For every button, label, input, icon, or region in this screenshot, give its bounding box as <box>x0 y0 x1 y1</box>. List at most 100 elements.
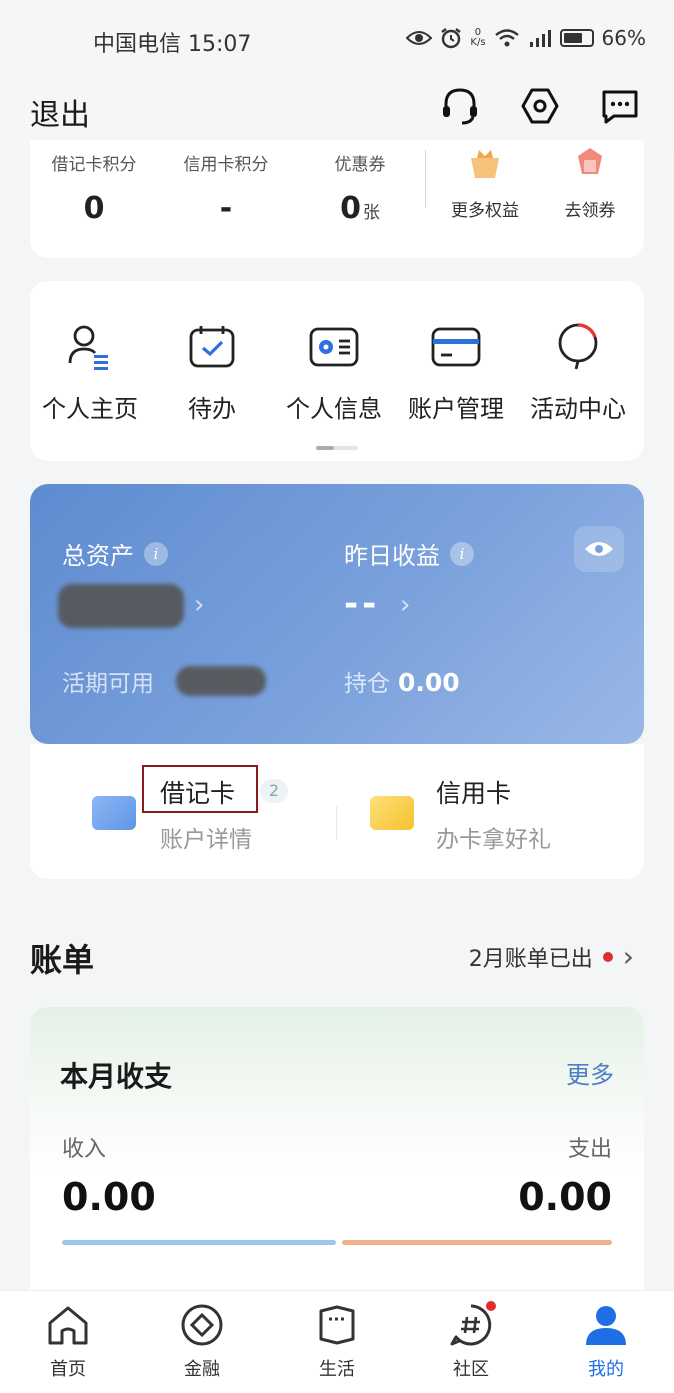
coupons[interactable]: 优惠券 0张 <box>310 150 410 226</box>
yesterday-earnings-label: 昨日收益 <box>344 542 440 570</box>
notification-dot <box>486 1301 496 1311</box>
info-icon[interactable]: i <box>144 541 168 566</box>
tab-label-community: 社区 <box>453 1359 489 1380</box>
masked-available-value <box>176 666 266 696</box>
wifi-icon <box>494 29 519 47</box>
coupon-value-wrap: 0张 <box>310 191 410 226</box>
balloon-icon <box>558 323 598 370</box>
tab-label-life: 生活 <box>319 1359 355 1380</box>
menu-label-info: 个人信息 <box>286 395 382 423</box>
chevron-right-icon[interactable]: › <box>194 590 204 620</box>
holding[interactable]: 持仓 0.00 <box>344 664 460 698</box>
expense-value: 0.00 <box>518 1175 612 1219</box>
debit-card-subtitle: 账户详情 <box>160 827 252 853</box>
status-icons: 0 K/s 66% <box>406 26 646 50</box>
gift-box-icon <box>471 150 499 178</box>
eye-icon <box>585 542 613 556</box>
cards-row: 借记卡 2 账户详情 信用卡 办卡拿好礼 <box>30 744 644 879</box>
coupon-label: 优惠券 <box>334 155 386 175</box>
expense-bar <box>342 1240 612 1245</box>
monthly-bill-card: 本月收支 更多 收入 支出 0.00 0.00 <box>30 1007 644 1297</box>
debit-points-label: 借记卡积分 <box>51 155 137 175</box>
bill-status-text: 2月账单已出 <box>468 946 593 972</box>
signal-icon <box>529 30 551 47</box>
menu-label-profile: 个人主页 <box>42 395 138 423</box>
toggle-visibility-button[interactable] <box>574 526 624 572</box>
credit-card-icon <box>370 796 414 830</box>
tab-label-home: 首页 <box>50 1359 86 1380</box>
more-benefits-button[interactable]: 更多权益 <box>435 146 535 221</box>
menu-label-account: 账户管理 <box>408 395 504 423</box>
menu-label-activity: 活动中心 <box>530 395 626 423</box>
page-indicator <box>316 446 358 450</box>
notification-dot <box>602 951 613 962</box>
menu-item-account[interactable]: 账户管理 <box>396 321 516 424</box>
bank-card-icon <box>431 327 481 367</box>
eye-icon <box>406 31 433 45</box>
bill-status-link[interactable]: 2月账单已出 › <box>469 940 634 973</box>
calendar-icon <box>189 326 235 368</box>
id-card-icon <box>309 327 359 367</box>
tab-bar: 首页 金融 生活 社区 我的 <box>0 1290 674 1393</box>
points-card: 借记卡积分 0 信用卡积分 - 优惠券 0张 更多权益 去领券 <box>30 140 644 258</box>
user-icon <box>586 1306 626 1345</box>
get-coupons-label: 去领券 <box>564 201 616 221</box>
get-coupons-button[interactable]: 去领券 <box>540 146 640 221</box>
alarm-icon <box>441 28 462 49</box>
tab-finance[interactable]: 金融 <box>152 1301 252 1381</box>
info-icon[interactable]: i <box>450 541 474 566</box>
menu-item-todo[interactable]: 待办 <box>152 321 272 424</box>
yesterday-earnings-value: -- <box>344 584 381 624</box>
yesterday-earnings-label-wrap[interactable]: 昨日收益 i <box>344 536 474 571</box>
menu-item-profile[interactable]: 个人主页 <box>30 321 150 424</box>
debit-points-value: 0 <box>83 191 105 226</box>
coupon-value: 0 <box>340 191 361 226</box>
chevron-right-icon: › <box>622 940 634 973</box>
quick-menu: 个人主页 待办 个人信息 账户管理 活动中心 <box>30 281 644 461</box>
ticket-icon <box>319 1305 355 1345</box>
settings-icon[interactable] <box>518 84 562 128</box>
more-link[interactable]: 更多 <box>566 1055 614 1090</box>
debit-card-icon <box>92 796 136 830</box>
coupon-unit: 张 <box>362 203 380 223</box>
message-icon[interactable] <box>598 84 642 128</box>
coupon-gift-icon <box>578 148 602 174</box>
credit-card-subtitle: 办卡拿好礼 <box>436 827 551 853</box>
headset-icon[interactable] <box>438 84 482 128</box>
income-label: 收入 <box>62 1137 107 1162</box>
exit-button[interactable]: 退出 <box>30 90 90 134</box>
menu-item-info[interactable]: 个人信息 <box>274 321 394 424</box>
battery-percent: 66% <box>601 26 646 50</box>
total-assets-label: 总资产 <box>62 542 134 570</box>
income-value: 0.00 <box>62 1175 156 1219</box>
credit-card-title: 信用卡 <box>436 779 512 808</box>
carrier-time: 中国电信 15:07 <box>93 32 252 57</box>
tab-life[interactable]: 生活 <box>287 1301 387 1381</box>
tab-mine[interactable]: 我的 <box>556 1301 656 1381</box>
expense-label: 支出 <box>567 1137 612 1162</box>
masked-total-assets <box>58 584 184 628</box>
highlight-box <box>142 765 258 813</box>
chevron-right-icon[interactable]: › <box>400 590 410 620</box>
divider <box>336 806 337 840</box>
tab-community[interactable]: 社区 <box>421 1301 521 1381</box>
menu-item-activity[interactable]: 活动中心 <box>518 321 638 424</box>
profile-icon <box>68 325 108 370</box>
more-benefits-label: 更多权益 <box>451 201 519 221</box>
credit-points[interactable]: 信用卡积分 - <box>176 150 276 226</box>
tab-home[interactable]: 首页 <box>18 1301 118 1381</box>
credit-points-label: 信用卡积分 <box>183 155 269 175</box>
total-assets-label-wrap[interactable]: 总资产 i <box>62 536 168 571</box>
menu-label-todo: 待办 <box>188 395 236 423</box>
tab-label-mine: 我的 <box>588 1359 624 1380</box>
debit-points[interactable]: 借记卡积分 0 <box>44 150 144 226</box>
assets-card: 总资产 i 昨日收益 i › -- › 活期可用 持仓 0.00 <box>30 484 644 744</box>
net-speed: 0 K/s <box>470 27 486 48</box>
credit-points-value: - <box>219 191 233 226</box>
holding-label: 持仓 <box>344 671 390 697</box>
battery-icon <box>559 29 594 47</box>
holding-value: 0.00 <box>398 668 460 697</box>
tab-label-finance: 金融 <box>184 1359 220 1380</box>
income-bar <box>62 1240 336 1245</box>
debit-card-count-badge: 2 <box>260 779 288 803</box>
